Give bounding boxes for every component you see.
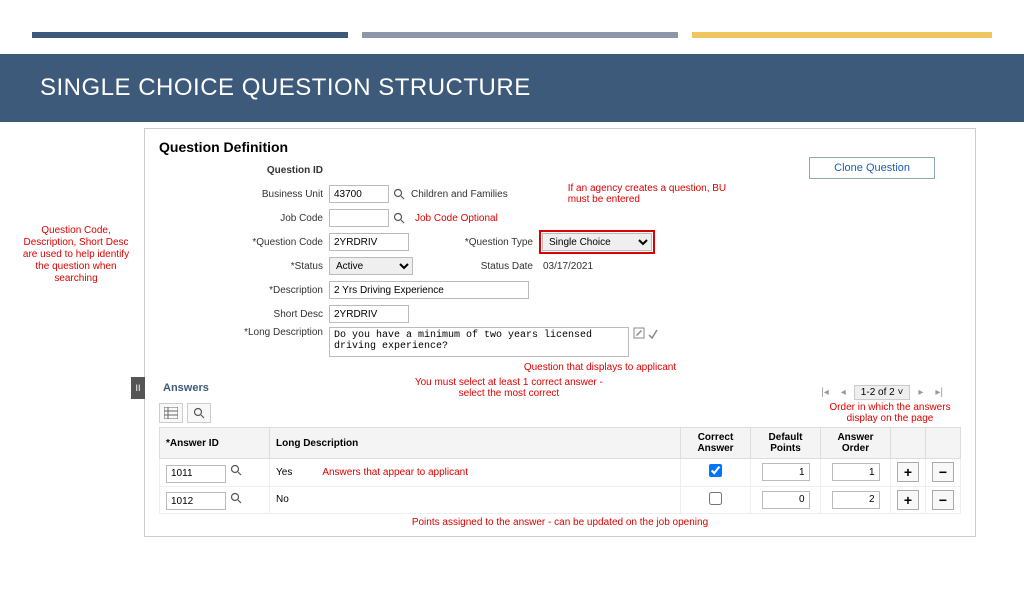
note-jobcode: Job Code Optional [415, 213, 498, 224]
points-field[interactable] [762, 463, 810, 481]
note-longdesc: Question that displays to applicant [524, 362, 676, 373]
remove-row-button[interactable]: − [932, 490, 954, 510]
label-long-desc: *Long Description [159, 327, 329, 338]
accent-bar-3 [692, 32, 992, 38]
note-appear: Answers that appear to applicant [322, 467, 468, 478]
label-status: *Status [159, 261, 329, 272]
answer-desc: No [276, 494, 289, 505]
label-question-type: *Question Type [449, 237, 539, 248]
col-answer-id[interactable]: *Answer ID [160, 428, 270, 459]
col-points[interactable]: Default Points [751, 428, 821, 459]
label-description: *Description [159, 285, 329, 296]
col-long-desc[interactable]: Long Description [270, 428, 681, 459]
pager-last-icon[interactable]: ▸| [931, 387, 947, 398]
answers-table: *Answer ID Long Description Correct Answ… [159, 427, 961, 514]
note-side-left: Question Code, Description, Short Desc a… [21, 225, 131, 285]
business-unit-field[interactable] [329, 185, 389, 203]
label-status-date: Status Date [449, 261, 539, 272]
question-definition-panel: Question Definition Question Code, Descr… [144, 128, 976, 537]
order-field[interactable] [832, 491, 880, 509]
job-code-field[interactable] [329, 209, 389, 227]
answer-desc: Yes [276, 467, 292, 478]
remove-row-button[interactable]: − [932, 462, 954, 482]
add-row-button[interactable]: + [897, 490, 919, 510]
find-button[interactable] [187, 403, 211, 423]
pager-first-icon[interactable]: |◂ [817, 387, 833, 398]
pager-next-icon[interactable]: ▸ [914, 387, 927, 398]
expand-tab[interactable]: II [131, 377, 145, 399]
note-order: Order in which the answers display on th… [825, 402, 955, 424]
note-bu: If an agency creates a question, BU must… [568, 183, 728, 205]
long-desc-field[interactable]: Do you have a minimum of two years licen… [329, 327, 629, 357]
label-business-unit: Business Unit [159, 189, 329, 200]
short-desc-field[interactable] [329, 305, 409, 323]
edit-icon[interactable] [633, 327, 645, 339]
slide-title: SINGLE CHOICE QUESTION STRUCTURE [0, 54, 1024, 122]
col-order[interactable]: Answer Order [821, 428, 891, 459]
table-row: Yes Answers that appear to applicant +− [160, 459, 961, 487]
answer-id-field[interactable] [166, 465, 226, 483]
answers-title: Answers [163, 382, 209, 394]
spellcheck-icon[interactable] [647, 327, 659, 339]
lookup-icon[interactable] [228, 462, 244, 478]
note-answers: You must select at least 1 correct answe… [409, 377, 609, 399]
pager-range[interactable]: 1-2 of 2 ˅ [854, 385, 911, 400]
accent-bar-1 [32, 32, 348, 38]
add-row-button[interactable]: + [897, 462, 919, 482]
label-question-code: *Question Code [159, 237, 329, 248]
points-field[interactable] [762, 491, 810, 509]
col-correct[interactable]: Correct Answer [681, 428, 751, 459]
lookup-icon[interactable] [391, 186, 407, 202]
note-points: Points assigned to the answer - can be u… [412, 517, 708, 528]
bu-text: Children and Families [407, 189, 508, 200]
lookup-icon[interactable] [391, 210, 407, 226]
grid-view-button[interactable] [159, 403, 183, 423]
label-question-id: Question ID [159, 165, 329, 176]
lookup-icon[interactable] [228, 490, 244, 506]
status-date-value: 03/17/2021 [539, 261, 593, 272]
label-short-desc: Short Desc [159, 309, 329, 320]
accent-bar-2 [362, 32, 678, 38]
question-code-field[interactable] [329, 233, 409, 251]
answer-id-field[interactable] [166, 492, 226, 510]
pager-prev-icon[interactable]: ◂ [837, 387, 850, 398]
question-type-select[interactable]: Single Choice [542, 233, 652, 251]
correct-checkbox[interactable] [709, 492, 722, 505]
label-job-code: Job Code [159, 213, 329, 224]
order-field[interactable] [832, 463, 880, 481]
panel-title: Question Definition [159, 139, 961, 155]
status-select[interactable]: Active [329, 257, 413, 275]
correct-checkbox[interactable] [709, 464, 722, 477]
table-row: No +− [160, 486, 961, 514]
description-field[interactable] [329, 281, 529, 299]
